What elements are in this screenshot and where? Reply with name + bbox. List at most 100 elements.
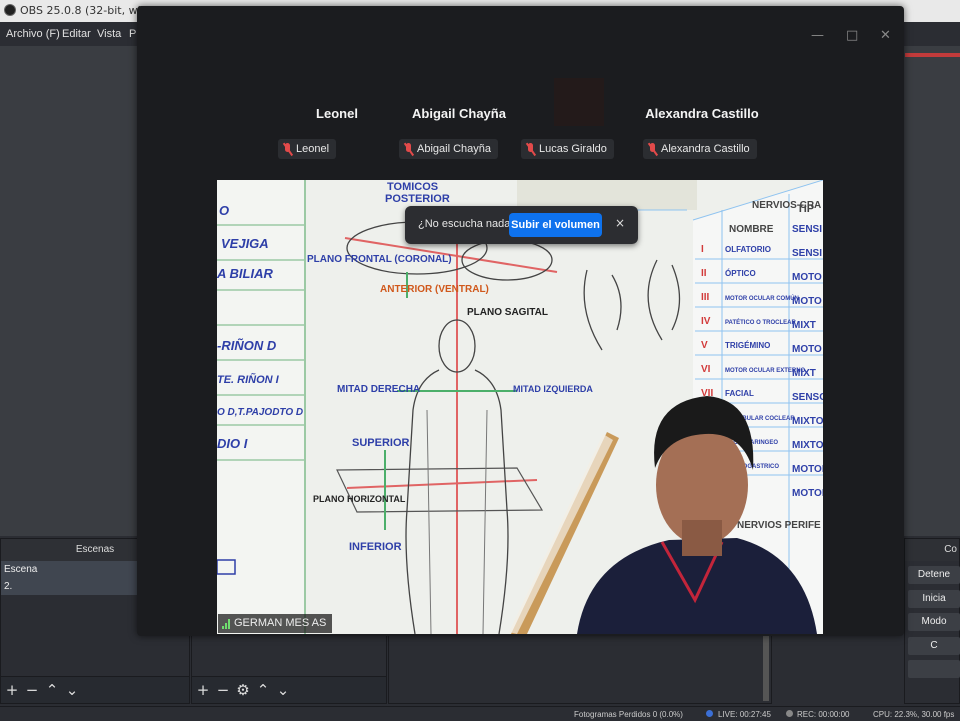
wb-label: POSTERIOR	[385, 193, 450, 205]
wb-left-text: -RIÑON D	[217, 338, 277, 353]
wb-nerve-type: MOTOR	[792, 464, 823, 475]
wb-nerve-name: FACIAL	[725, 389, 754, 398]
raise-volume-button[interactable]: Subir el volumen	[509, 213, 602, 237]
wb-nerve-type: MIXT	[792, 320, 816, 331]
participant-name: Abigail Chayña	[412, 106, 506, 121]
exit-button[interactable]	[908, 660, 960, 678]
participant-tile-lucas[interactable]: Lucas Giraldo	[521, 139, 614, 159]
wb-nerves-col-name: NOMBRE	[729, 224, 774, 235]
wb-nerves-col-type: TIP	[797, 203, 814, 215]
wb-nerve-type: MOTO	[792, 296, 822, 307]
participant-chip-label: Leonel	[296, 143, 330, 155]
scene-item[interactable]: Escena	[1, 561, 137, 578]
stop-streaming-button[interactable]: Detene	[908, 566, 960, 584]
wb-left-text: VEJIGA	[221, 236, 269, 251]
participant-avatar	[554, 78, 604, 126]
participant-tile-abigail[interactable]: Abigail Chayña	[399, 139, 498, 159]
signal-strength-icon	[222, 618, 230, 629]
wb-nerve-number: I	[701, 244, 704, 255]
participant-name: Alexandra Castillo	[645, 106, 759, 121]
participant-chip-label: Abigail Chayña	[417, 143, 491, 155]
wb-nerve-number: IV	[701, 316, 711, 327]
participant-chip-label: Alexandra Castillo	[661, 143, 750, 155]
participant-name: Leonel	[316, 106, 358, 121]
wb-label: MITAD IZQUIERDA	[513, 384, 593, 394]
audio-prompt-banner: ¿No escucha nada? Subir el volumen ×	[405, 206, 638, 244]
mic-muted-icon	[404, 142, 413, 156]
remove-source-icon[interactable]: −	[216, 683, 230, 698]
wb-nerve-number: V	[701, 340, 708, 351]
mic-muted-icon	[283, 142, 292, 156]
menu-archivo[interactable]: Archivo (F)	[6, 28, 60, 40]
wb-label: PLANO SAGITAL	[467, 307, 548, 318]
wb-nerves-footer: NERVIOS PERIFE	[737, 520, 821, 531]
sources-toolbar: + − ⚙ ⌃ ⌄	[192, 676, 386, 703]
wb-nerve-type: MIXT	[792, 368, 816, 379]
wb-left-text: TE. RIÑON I	[217, 373, 280, 386]
participant-tile-leonel[interactable]: Leonel	[278, 139, 337, 159]
live-time: LIVE: 00:27:45	[718, 710, 771, 719]
move-up-icon[interactable]: ⌃	[45, 683, 59, 698]
menu-vista[interactable]: Vista	[97, 28, 121, 40]
wb-label: TOMICOS	[387, 181, 438, 193]
wb-label: SUPERIOR	[352, 437, 410, 449]
obs-status-bar: Fotogramas Perdidos 0 (0.0%) LIVE: 00:27…	[0, 706, 960, 721]
gear-icon[interactable]: ⚙	[236, 683, 250, 698]
wb-nerve-type: MIXTO	[792, 416, 823, 427]
scenes-toolbar: + − ⌃ ⌄	[1, 676, 189, 703]
wb-left-text: A BILIAR	[217, 266, 273, 281]
mixer-scrollbar[interactable]	[763, 635, 769, 701]
audio-prompt-text: ¿No escucha nada?	[418, 218, 517, 230]
wb-nerve-name: MOTOR OCULAR COMÚN	[725, 295, 799, 302]
speaker-video[interactable]: O VEJIGA A BILIAR -RIÑON D TE. RIÑON I O…	[217, 180, 823, 634]
maximize-icon[interactable]: □	[846, 28, 858, 43]
wb-nerve-number: II	[701, 268, 707, 279]
wb-nerve-number: VI	[701, 364, 711, 375]
wb-left-text: DIO I	[217, 436, 248, 451]
move-up-icon[interactable]: ⌃	[256, 683, 270, 698]
wb-label: ANTERIOR (VENTRAL)	[380, 284, 489, 295]
speaker-name: GERMAN MES AS	[234, 617, 327, 629]
controls-dock-title: Co	[905, 539, 959, 561]
speaker-name-tag: GERMAN MES AS	[218, 614, 333, 633]
add-source-icon[interactable]: +	[196, 683, 210, 698]
add-scene-icon[interactable]: +	[5, 683, 19, 698]
wb-nerve-type: MOTO	[792, 272, 822, 283]
wb-nerve-type: SENSO	[792, 392, 823, 403]
wb-nerve-type: MOTO	[792, 344, 822, 355]
wb-nerve-type: SENSI	[792, 248, 822, 259]
remove-scene-icon[interactable]: −	[25, 683, 39, 698]
audio-meter-red	[905, 53, 960, 57]
move-down-icon[interactable]: ⌄	[65, 683, 79, 698]
wb-nerve-name: ÓPTICO	[725, 269, 756, 278]
rec-time: REC: 00:00:00	[797, 710, 850, 719]
close-icon[interactable]: ×	[615, 216, 625, 230]
wb-nerve-type: SENSI	[792, 224, 822, 235]
live-indicator-icon	[706, 710, 713, 717]
menu-editar[interactable]: Editar	[62, 28, 91, 40]
scene-item[interactable]: 2.	[1, 578, 137, 595]
move-down-icon[interactable]: ⌄	[276, 683, 290, 698]
wb-label: PLANO HORIZONTAL	[313, 494, 406, 504]
wb-nerve-name: TRIGÉMINO	[725, 341, 770, 350]
wb-label: INFERIOR	[349, 541, 402, 553]
close-icon[interactable]: ✕	[880, 28, 891, 43]
participant-tile-alexandra[interactable]: Alexandra Castillo	[643, 139, 757, 159]
cpu-usage: CPU: 22.3%, 30.00 fps	[873, 710, 955, 719]
dropped-frames: Fotogramas Perdidos 0 (0.0%)	[574, 710, 683, 719]
rec-indicator-icon	[786, 710, 793, 717]
minimize-icon[interactable]: —	[811, 28, 824, 43]
whiteboard-scene: O VEJIGA A BILIAR -RIÑON D TE. RIÑON I O…	[217, 180, 823, 634]
wb-nerve-type: MOTOR	[792, 488, 823, 499]
settings-button[interactable]: C	[908, 637, 960, 655]
meeting-window: — □ ✕ Leonel Abigail Chayña Alexandra Ca…	[137, 6, 904, 636]
menu-perfil[interactable]: P	[129, 28, 136, 40]
wb-label: PLANO FRONTAL (CORONAL)	[307, 254, 452, 265]
wb-left-text: O	[219, 203, 229, 218]
mic-muted-icon	[526, 142, 535, 156]
wb-nerve-type: MIXTO	[792, 440, 823, 451]
obs-logo-icon	[4, 4, 16, 16]
studio-mode-button[interactable]: Modo	[908, 613, 960, 631]
wb-nerve-name: PATÉTICO O TROCLEAR	[725, 318, 796, 326]
start-recording-button[interactable]: Inicia	[908, 590, 960, 608]
